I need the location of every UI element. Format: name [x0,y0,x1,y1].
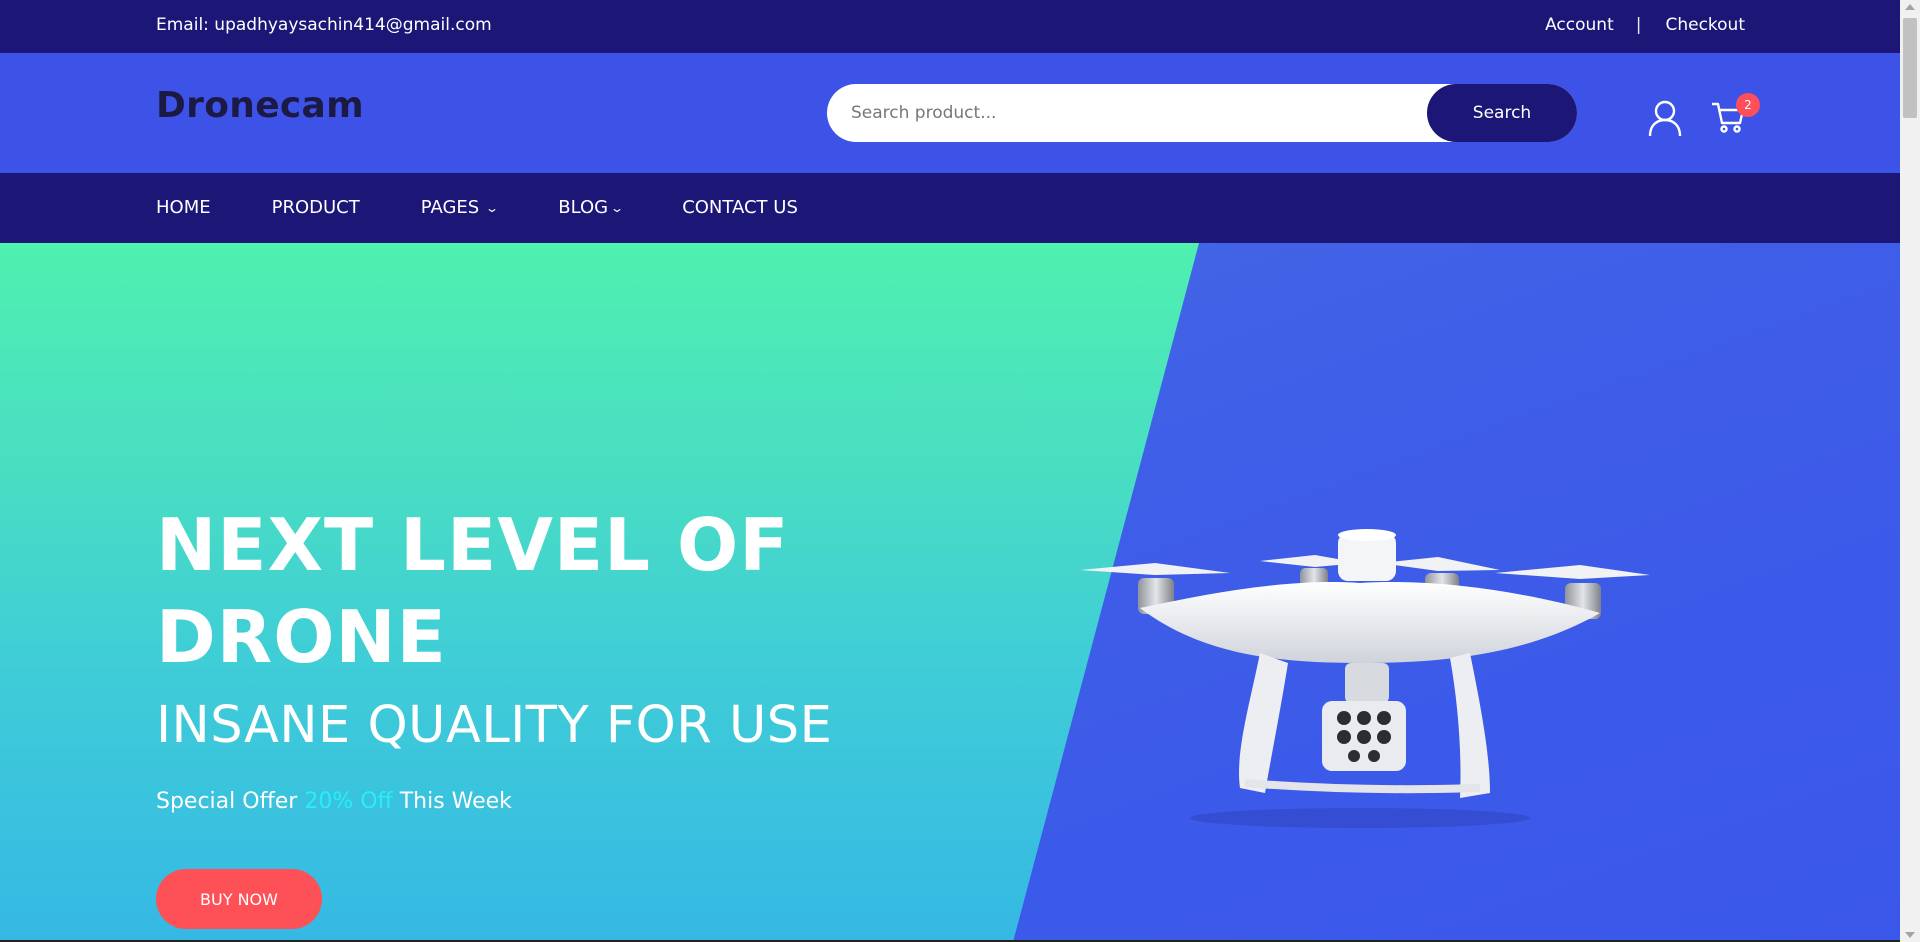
top-links: Account | Checkout [1545,15,1745,35]
search-input[interactable] [851,84,1411,142]
nav-item-product[interactable]: PRODUCT [272,197,360,218]
search-bar: Search [827,84,1577,142]
drone-image [1080,529,1650,828]
scroll-down-icon[interactable] [1905,932,1915,938]
hero-subheadline: INSANE QUALITY FOR USE [156,696,833,755]
nav-label: PRODUCT [271,197,360,218]
cart-count-badge: 2 [1736,93,1760,117]
hero-banner: NEXT LEVEL OF DRONE INSANE QUALITY FOR U… [0,243,1900,942]
scrollbar-thumb[interactable] [1903,18,1917,118]
top-bar: Email: upadhyaysachin414@gmail.com Accou… [0,0,1900,53]
nav-item-home[interactable]: HOME [156,197,211,218]
page-scrollbar[interactable] [1900,0,1920,942]
main-nav: HOME PRODUCT PAGES ⌄ BLOG ⌄ CONTACT US [0,173,1900,243]
offer-prefix: Special Offer [156,789,298,814]
nav-label: PAGES [420,197,480,218]
offer-suffix: This Week [399,789,512,814]
hero-headline: NEXT LEVEL OF DRONE [156,503,790,679]
nav-label: BLOG [558,197,609,218]
user-icon[interactable] [1647,99,1683,137]
buy-now-button[interactable]: BUY NOW [156,869,322,929]
chevron-down-icon: ⌄ [610,200,625,215]
nav-item-pages[interactable]: PAGES ⌄ [420,197,500,218]
nav-label: CONTACT US [682,197,798,218]
search-button[interactable]: Search [1427,84,1577,142]
chevron-down-icon: ⌄ [485,200,500,215]
nav-item-contact-us[interactable]: CONTACT US [682,197,798,218]
scroll-up-icon[interactable] [1905,4,1915,10]
nav-item-blog[interactable]: BLOG ⌄ [558,197,625,218]
checkout-link[interactable]: Checkout [1665,15,1745,35]
main-header: Dronecam Search 2 [0,53,1900,173]
account-link[interactable]: Account [1545,15,1614,35]
offer-highlight: 20% Off [304,789,393,814]
contact-email: Email: upadhyaysachin414@gmail.com [156,15,492,35]
site-logo[interactable]: Dronecam [156,85,364,126]
top-links-separator: | [1635,15,1642,35]
nav-label: HOME [156,197,211,218]
hero-offer: Special Offer 20% Off This Week [156,789,512,814]
